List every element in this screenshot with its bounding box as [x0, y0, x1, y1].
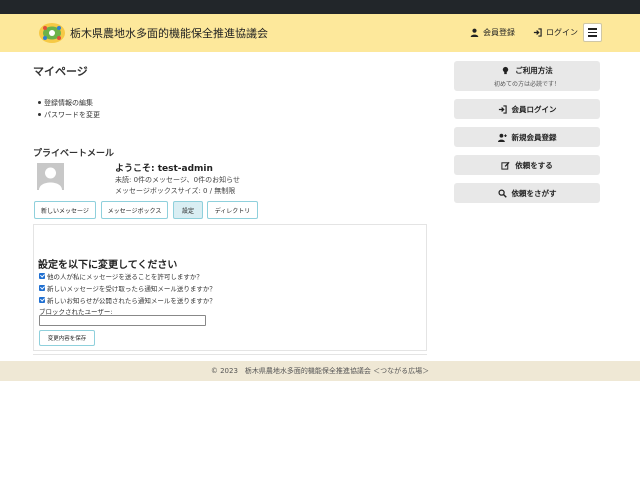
sign-in-icon: [533, 28, 542, 37]
option-label: 新しいメッセージを受け取ったら通知メール送りますか？: [47, 285, 216, 293]
mailbox-size: メッセージボックスサイズ: 0 / 無制限: [115, 187, 236, 195]
search-icon: [497, 188, 507, 198]
private-mail-title: プライベートメール: [33, 149, 115, 159]
copyright-text: © 2023 栃木県農地水多面的機能保全推進協議会 ＜つながる広場＞: [210, 367, 430, 375]
allow-messages-checkbox[interactable]: [39, 273, 45, 279]
notify-message-checkbox[interactable]: [39, 285, 45, 291]
make-request-label: 依頼をする: [515, 160, 553, 170]
login-link[interactable]: ログイン: [533, 27, 578, 38]
option-allow-messages: 他の人が私にメッセージを送ることを許可しますか？: [39, 271, 203, 281]
register-link[interactable]: 会員登録: [470, 27, 515, 38]
save-changes-button[interactable]: 変更内容を保存: [39, 330, 95, 346]
usage-guide-label: ご利用方法: [515, 65, 553, 75]
site-footer: © 2023 栃木県農地水多面的機能保全推進協議会 ＜つながる広場＞: [0, 361, 640, 381]
option-notify-message: 新しいメッセージを受け取ったら通知メール送りますか？: [39, 283, 216, 293]
blocked-users-input[interactable]: [39, 315, 206, 326]
new-message-button[interactable]: 新しいメッセージ: [34, 201, 96, 219]
settings-button[interactable]: 設定: [173, 201, 203, 219]
member-login-button[interactable]: 会員ログイン: [454, 99, 600, 119]
panel-divider: [33, 354, 427, 355]
register-label: 会員登録: [483, 28, 515, 37]
usage-guide-subtext: 初めての方は必読です！: [493, 80, 560, 88]
hamburger-icon: [588, 28, 597, 30]
account-links: 登録情報の編集 パスワードを変更: [38, 97, 100, 121]
lightbulb-icon: [503, 66, 509, 74]
notify-notice-checkbox[interactable]: [39, 297, 45, 303]
option-label: 新しいお知らせが公開されたら通知メールを送りますか？: [47, 297, 216, 305]
option-label: 他の人が私にメッセージを送ることを許可しますか？: [47, 273, 203, 281]
edit-icon: [501, 161, 510, 170]
page-title: マイページ: [33, 65, 88, 78]
message-box-button[interactable]: メッセージボックス: [101, 201, 168, 219]
default-avatar-icon: [37, 163, 64, 190]
change-password-link[interactable]: パスワードを変更: [38, 109, 100, 121]
unread-count: 未読: 0件のメッセージ、0件のお知らせ: [115, 176, 241, 184]
site-logo[interactable]: [38, 22, 66, 44]
search-request-button[interactable]: 依頼をさがす: [454, 183, 600, 203]
new-member-label: 新規会員登録: [511, 132, 557, 142]
site-title[interactable]: 栃木県農地水多面的機能保全推進協議会: [70, 25, 268, 41]
edit-profile-link[interactable]: 登録情報の編集: [38, 97, 100, 109]
login-label: ログイン: [546, 28, 578, 37]
make-request-button[interactable]: 依頼をする: [454, 155, 600, 175]
welcome-text: ようこそ: test-admin: [115, 164, 213, 174]
new-member-button[interactable]: 新規会員登録: [454, 127, 600, 147]
sign-in-icon: [498, 104, 507, 114]
avatar: [37, 163, 64, 190]
member-login-label: 会員ログイン: [511, 104, 557, 114]
settings-title: 設定を以下に変更してください: [38, 260, 178, 271]
usage-guide-button[interactable]: ご利用方法 初めての方は必読です！: [454, 61, 600, 91]
top-bar: [0, 0, 640, 14]
option-notify-notice: 新しいお知らせが公開されたら通知メールを送りますか？: [39, 295, 216, 305]
user-icon: [470, 28, 479, 37]
site-header: 栃木県農地水多面的機能保全推進協議会 会員登録 ログイン: [0, 14, 640, 52]
directory-button[interactable]: ディレクトリ: [207, 201, 258, 219]
user-plus-icon: [497, 133, 507, 142]
menu-toggle-button[interactable]: [583, 23, 602, 42]
search-request-label: 依頼をさがす: [511, 188, 557, 198]
